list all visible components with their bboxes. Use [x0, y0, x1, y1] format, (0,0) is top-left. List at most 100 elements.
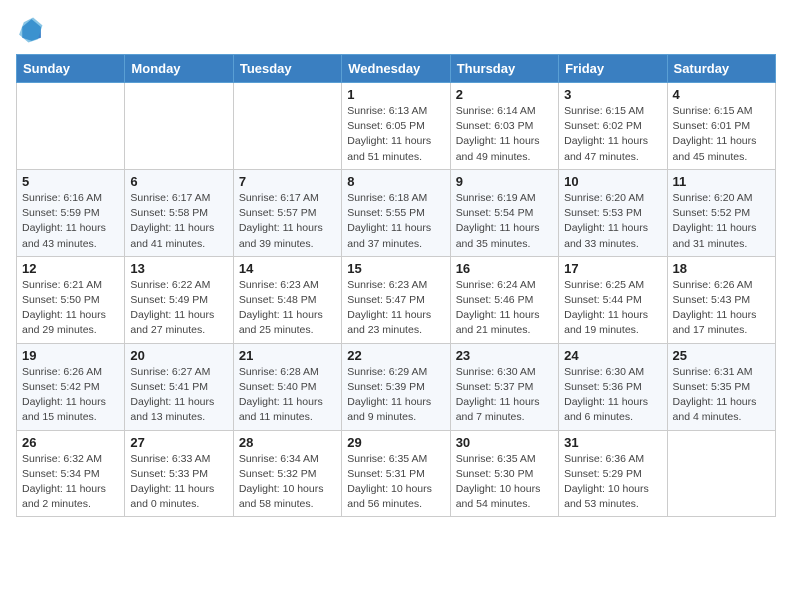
- day-info: Sunrise: 6:31 AM Sunset: 5:35 PM Dayligh…: [673, 365, 770, 426]
- calendar-day-cell: 27 Sunrise: 6:33 AM Sunset: 5:33 PM Dayli…: [125, 430, 233, 517]
- weekday-header-cell: Friday: [559, 55, 667, 83]
- day-info: Sunrise: 6:26 AM Sunset: 5:42 PM Dayligh…: [22, 365, 119, 426]
- day-number: 12: [22, 261, 119, 276]
- calendar-day-cell: 15Sunrise: 6:23 AM Sunset: 5:47 PM Dayli…: [342, 256, 450, 343]
- day-number: 13: [130, 261, 227, 276]
- day-number: 23: [456, 348, 553, 363]
- day-info: Sunrise: 6:22 AM Sunset: 5:49 PM Dayligh…: [130, 278, 227, 339]
- day-info: Sunrise: 6:18 AM Sunset: 5:55 PM Dayligh…: [347, 191, 444, 252]
- day-info: Sunrise: 6:33 AM Sunset: 5:33 PM Dayligh…: [130, 452, 227, 513]
- weekday-header-cell: Sunday: [17, 55, 125, 83]
- day-info: Sunrise: 6:14 AM Sunset: 6:03 PM Dayligh…: [456, 104, 553, 165]
- calendar-day-cell: 31Sunrise: 6:36 AM Sunset: 5:29 PM Dayli…: [559, 430, 667, 517]
- calendar-body: 1 Sunrise: 6:13 AM Sunset: 6:05 PM Daylig…: [17, 83, 776, 517]
- calendar-day-cell: 26 Sunrise: 6:32 AM Sunset: 5:34 PM Dayli…: [17, 430, 125, 517]
- calendar-day-cell: 30 Sunrise: 6:35 AM Sunset: 5:30 PM Dayli…: [450, 430, 558, 517]
- day-number: 6: [130, 174, 227, 189]
- day-number: 19: [22, 348, 119, 363]
- day-info: Sunrise: 6:20 AM Sunset: 5:52 PM Dayligh…: [673, 191, 770, 252]
- calendar-day-cell: [17, 83, 125, 170]
- calendar-day-cell: 2 Sunrise: 6:14 AM Sunset: 6:03 PM Daylig…: [450, 83, 558, 170]
- calendar-day-cell: 25 Sunrise: 6:31 AM Sunset: 5:35 PM Dayli…: [667, 343, 775, 430]
- calendar-day-cell: 11 Sunrise: 6:20 AM Sunset: 5:52 PM Dayli…: [667, 169, 775, 256]
- day-info: Sunrise: 6:24 AM Sunset: 5:46 PM Dayligh…: [456, 278, 553, 339]
- day-number: 2: [456, 87, 553, 102]
- calendar-day-cell: 16Sunrise: 6:24 AM Sunset: 5:46 PM Dayli…: [450, 256, 558, 343]
- calendar-day-cell: 22 Sunrise: 6:29 AM Sunset: 5:39 PM Dayli…: [342, 343, 450, 430]
- calendar-week-row: 1 Sunrise: 6:13 AM Sunset: 6:05 PM Daylig…: [17, 83, 776, 170]
- calendar-day-cell: 21 Sunrise: 6:28 AM Sunset: 5:40 PM Dayli…: [233, 343, 341, 430]
- calendar-day-cell: 5 Sunrise: 6:16 AM Sunset: 5:59 PM Daylig…: [17, 169, 125, 256]
- day-info: Sunrise: 6:35 AM Sunset: 5:31 PM Dayligh…: [347, 452, 444, 513]
- day-number: 17: [564, 261, 661, 276]
- day-number: 7: [239, 174, 336, 189]
- day-info: Sunrise: 6:28 AM Sunset: 5:40 PM Dayligh…: [239, 365, 336, 426]
- calendar-week-row: 19 Sunrise: 6:26 AM Sunset: 5:42 PM Dayli…: [17, 343, 776, 430]
- day-number: 8: [347, 174, 444, 189]
- calendar-week-row: 5 Sunrise: 6:16 AM Sunset: 5:59 PM Daylig…: [17, 169, 776, 256]
- weekday-header-row: SundayMondayTuesdayWednesdayThursdayFrid…: [17, 55, 776, 83]
- day-info: Sunrise: 6:34 AM Sunset: 5:32 PM Dayligh…: [239, 452, 336, 513]
- day-number: 3: [564, 87, 661, 102]
- day-number: 25: [673, 348, 770, 363]
- calendar-day-cell: 3 Sunrise: 6:15 AM Sunset: 6:02 PM Daylig…: [559, 83, 667, 170]
- calendar-day-cell: 24 Sunrise: 6:30 AM Sunset: 5:36 PM Dayli…: [559, 343, 667, 430]
- day-info: Sunrise: 6:35 AM Sunset: 5:30 PM Dayligh…: [456, 452, 553, 513]
- calendar-week-row: 26 Sunrise: 6:32 AM Sunset: 5:34 PM Dayli…: [17, 430, 776, 517]
- day-number: 28: [239, 435, 336, 450]
- day-info: Sunrise: 6:30 AM Sunset: 5:37 PM Dayligh…: [456, 365, 553, 426]
- day-number: 18: [673, 261, 770, 276]
- calendar-day-cell: 10Sunrise: 6:20 AM Sunset: 5:53 PM Dayli…: [559, 169, 667, 256]
- day-number: 11: [673, 174, 770, 189]
- day-number: 5: [22, 174, 119, 189]
- day-number: 30: [456, 435, 553, 450]
- calendar-day-cell: 12Sunrise: 6:21 AM Sunset: 5:50 PM Dayli…: [17, 256, 125, 343]
- day-info: Sunrise: 6:25 AM Sunset: 5:44 PM Dayligh…: [564, 278, 661, 339]
- day-info: Sunrise: 6:32 AM Sunset: 5:34 PM Dayligh…: [22, 452, 119, 513]
- calendar-day-cell: 7 Sunrise: 6:17 AM Sunset: 5:57 PM Daylig…: [233, 169, 341, 256]
- calendar-day-cell: 1 Sunrise: 6:13 AM Sunset: 6:05 PM Daylig…: [342, 83, 450, 170]
- calendar-day-cell: 19 Sunrise: 6:26 AM Sunset: 5:42 PM Dayli…: [17, 343, 125, 430]
- weekday-header-cell: Saturday: [667, 55, 775, 83]
- calendar-day-cell: 8 Sunrise: 6:18 AM Sunset: 5:55 PM Daylig…: [342, 169, 450, 256]
- day-info: Sunrise: 6:19 AM Sunset: 5:54 PM Dayligh…: [456, 191, 553, 252]
- calendar-day-cell: 20 Sunrise: 6:27 AM Sunset: 5:41 PM Dayli…: [125, 343, 233, 430]
- calendar-day-cell: 28 Sunrise: 6:34 AM Sunset: 5:32 PM Dayli…: [233, 430, 341, 517]
- calendar-day-cell: [125, 83, 233, 170]
- day-info: Sunrise: 6:30 AM Sunset: 5:36 PM Dayligh…: [564, 365, 661, 426]
- day-info: Sunrise: 6:17 AM Sunset: 5:57 PM Dayligh…: [239, 191, 336, 252]
- day-info: Sunrise: 6:26 AM Sunset: 5:43 PM Dayligh…: [673, 278, 770, 339]
- day-number: 4: [673, 87, 770, 102]
- weekday-header-cell: Wednesday: [342, 55, 450, 83]
- day-number: 22: [347, 348, 444, 363]
- day-info: Sunrise: 6:29 AM Sunset: 5:39 PM Dayligh…: [347, 365, 444, 426]
- day-number: 1: [347, 87, 444, 102]
- weekday-header-cell: Thursday: [450, 55, 558, 83]
- page-header: [16, 16, 776, 44]
- calendar-day-cell: 4 Sunrise: 6:15 AM Sunset: 6:01 PM Daylig…: [667, 83, 775, 170]
- day-info: Sunrise: 6:15 AM Sunset: 6:02 PM Dayligh…: [564, 104, 661, 165]
- calendar-day-cell: 23 Sunrise: 6:30 AM Sunset: 5:37 PM Dayli…: [450, 343, 558, 430]
- logo-icon: [16, 16, 44, 44]
- day-info: Sunrise: 6:23 AM Sunset: 5:47 PM Dayligh…: [347, 278, 444, 339]
- calendar-day-cell: 17 Sunrise: 6:25 AM Sunset: 5:44 PM Dayli…: [559, 256, 667, 343]
- day-number: 26: [22, 435, 119, 450]
- day-info: Sunrise: 6:15 AM Sunset: 6:01 PM Dayligh…: [673, 104, 770, 165]
- day-number: 21: [239, 348, 336, 363]
- day-number: 24: [564, 348, 661, 363]
- day-number: 20: [130, 348, 227, 363]
- day-info: Sunrise: 6:23 AM Sunset: 5:48 PM Dayligh…: [239, 278, 336, 339]
- weekday-header-cell: Monday: [125, 55, 233, 83]
- day-info: Sunrise: 6:27 AM Sunset: 5:41 PM Dayligh…: [130, 365, 227, 426]
- day-info: Sunrise: 6:20 AM Sunset: 5:53 PM Dayligh…: [564, 191, 661, 252]
- calendar-day-cell: 13 Sunrise: 6:22 AM Sunset: 5:49 PM Dayli…: [125, 256, 233, 343]
- day-info: Sunrise: 6:17 AM Sunset: 5:58 PM Dayligh…: [130, 191, 227, 252]
- day-info: Sunrise: 6:16 AM Sunset: 5:59 PM Dayligh…: [22, 191, 119, 252]
- calendar-day-cell: 9Sunrise: 6:19 AM Sunset: 5:54 PM Daylig…: [450, 169, 558, 256]
- calendar-table: SundayMondayTuesdayWednesdayThursdayFrid…: [16, 54, 776, 517]
- day-number: 14: [239, 261, 336, 276]
- calendar-day-cell: 29Sunrise: 6:35 AM Sunset: 5:31 PM Dayli…: [342, 430, 450, 517]
- day-number: 27: [130, 435, 227, 450]
- day-info: Sunrise: 6:36 AM Sunset: 5:29 PM Dayligh…: [564, 452, 661, 513]
- day-info: Sunrise: 6:13 AM Sunset: 6:05 PM Dayligh…: [347, 104, 444, 165]
